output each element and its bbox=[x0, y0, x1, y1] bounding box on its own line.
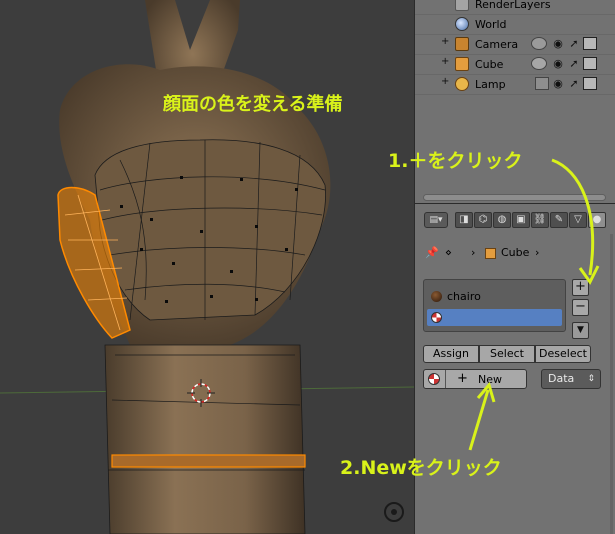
render-camera-icon[interactable] bbox=[583, 57, 597, 70]
outliner-row-renderlayers[interactable]: RenderLayers bbox=[415, 0, 615, 14]
properties-header: ▤▾ ◨ ⌬ ◍ ▣ ⛓ ✎ ▽ ● bbox=[415, 204, 615, 234]
outliner-row-label: Lamp bbox=[475, 78, 506, 91]
constraints-tab-icon[interactable]: ⛓ bbox=[531, 212, 549, 228]
cube-icon bbox=[485, 248, 496, 259]
outliner-row-camera[interactable]: + Camera ◉ ➚ bbox=[415, 34, 615, 54]
world-tab-icon[interactable]: ◍ bbox=[493, 212, 511, 228]
outliner-row-label: RenderLayers bbox=[475, 0, 551, 11]
select-button[interactable]: Select bbox=[479, 345, 535, 363]
scene-tab-icon[interactable]: ⌬ bbox=[474, 212, 492, 228]
render-camera-icon[interactable] bbox=[583, 37, 597, 50]
annotation-step2: 2.Newをクリック bbox=[340, 457, 502, 479]
selected-collar-edge bbox=[111, 454, 306, 468]
assign-button[interactable]: Assign bbox=[423, 345, 479, 363]
visibility-eye-icon[interactable]: ◉ bbox=[551, 57, 565, 70]
plus-icon: + bbox=[457, 371, 468, 386]
pin-icon[interactable]: 📌 bbox=[425, 246, 439, 259]
properties-scrollbar[interactable] bbox=[610, 234, 613, 534]
add-slot-button[interactable]: + bbox=[572, 279, 589, 296]
link-select-value: Data bbox=[548, 372, 575, 385]
lamp-data-icon[interactable] bbox=[535, 77, 549, 90]
select-arrow-icon[interactable]: ➚ bbox=[567, 57, 581, 70]
render-tab-icon[interactable]: ◨ bbox=[455, 212, 473, 228]
camera-icon bbox=[455, 37, 469, 51]
chevron-right-icon: › bbox=[535, 246, 540, 259]
material-tab-icon[interactable]: ● bbox=[588, 212, 606, 228]
breadcrumb: 📌 ⋄ › Cube › bbox=[423, 244, 609, 264]
chevron-right-icon: › bbox=[471, 246, 476, 259]
outliner-row-label: Camera bbox=[475, 38, 519, 51]
model-neck bbox=[104, 344, 306, 534]
mesh-data-icon: ⋄ bbox=[445, 246, 452, 259]
slot-menu-button[interactable]: ▼ bbox=[572, 322, 589, 339]
remove-slot-button[interactable]: − bbox=[572, 299, 589, 316]
render-layers-icon bbox=[455, 0, 469, 11]
object-tab-icon[interactable]: ▣ bbox=[512, 212, 530, 228]
visibility-eye-icon[interactable]: ◉ bbox=[551, 37, 565, 50]
data-tab-icon[interactable]: ▽ bbox=[569, 212, 587, 228]
outliner-row-cube[interactable]: + Cube ◉ ➚ bbox=[415, 54, 615, 74]
expand-plus-icon[interactable]: + bbox=[441, 37, 451, 47]
annotation-title: 顔面の色を変える準備 bbox=[163, 94, 343, 115]
empty-material-icon bbox=[431, 312, 442, 323]
material-new-row: + New Data ⇕ bbox=[423, 369, 601, 389]
slot-buttons: + − ▼ bbox=[572, 279, 589, 339]
outliner-row-label: World bbox=[475, 18, 507, 31]
material-preview-icon bbox=[431, 291, 442, 302]
new-button-label: New bbox=[478, 373, 502, 386]
material-slot-list[interactable]: chairo bbox=[423, 279, 566, 332]
link-data-select[interactable]: Data ⇕ bbox=[541, 369, 601, 389]
annotation-step1: 1.＋をクリック bbox=[388, 150, 523, 172]
visibility-eye-icon[interactable]: ◉ bbox=[551, 77, 565, 90]
select-arrow-icon[interactable]: ➚ bbox=[567, 37, 581, 50]
world-icon bbox=[455, 17, 469, 31]
material-browse-icon[interactable] bbox=[428, 373, 440, 385]
new-material-field[interactable]: + New bbox=[423, 369, 527, 389]
outliner-row-lamp[interactable]: + Lamp ◉ ➚ bbox=[415, 74, 615, 94]
camera-data-icon[interactable] bbox=[531, 37, 547, 50]
chevron-updown-icon: ⇕ bbox=[587, 374, 595, 384]
outliner-scrollbar[interactable] bbox=[423, 194, 606, 201]
outliner-row-world[interactable]: World bbox=[415, 14, 615, 34]
mesh-icon bbox=[455, 57, 469, 71]
breadcrumb-object: Cube bbox=[501, 246, 530, 259]
select-arrow-icon[interactable]: ➚ bbox=[567, 77, 581, 90]
expand-plus-icon[interactable]: + bbox=[441, 57, 451, 67]
lamp-icon bbox=[455, 77, 469, 91]
assign-button-row: Assign Select Deselect bbox=[423, 345, 591, 363]
material-slot-chairo[interactable]: chairo bbox=[427, 288, 562, 305]
expand-plus-icon[interactable]: + bbox=[441, 77, 451, 87]
material-slot-label: chairo bbox=[447, 290, 481, 303]
outliner-row-label: Cube bbox=[475, 58, 504, 71]
render-camera-icon[interactable] bbox=[583, 77, 597, 90]
modifier-icon[interactable] bbox=[531, 57, 547, 70]
model-snout-mesh bbox=[94, 139, 326, 321]
modifiers-tab-icon[interactable]: ✎ bbox=[550, 212, 568, 228]
editor-type-icon[interactable]: ▤▾ bbox=[424, 212, 448, 228]
properties-panel[interactable]: ▤▾ ◨ ⌬ ◍ ▣ ⛓ ✎ ▽ ● 📌 ⋄ › Cube › chairo +… bbox=[414, 203, 615, 534]
deselect-button[interactable]: Deselect bbox=[535, 345, 591, 363]
material-slot-empty[interactable] bbox=[427, 309, 562, 326]
pivot-widget-icon bbox=[384, 502, 404, 522]
